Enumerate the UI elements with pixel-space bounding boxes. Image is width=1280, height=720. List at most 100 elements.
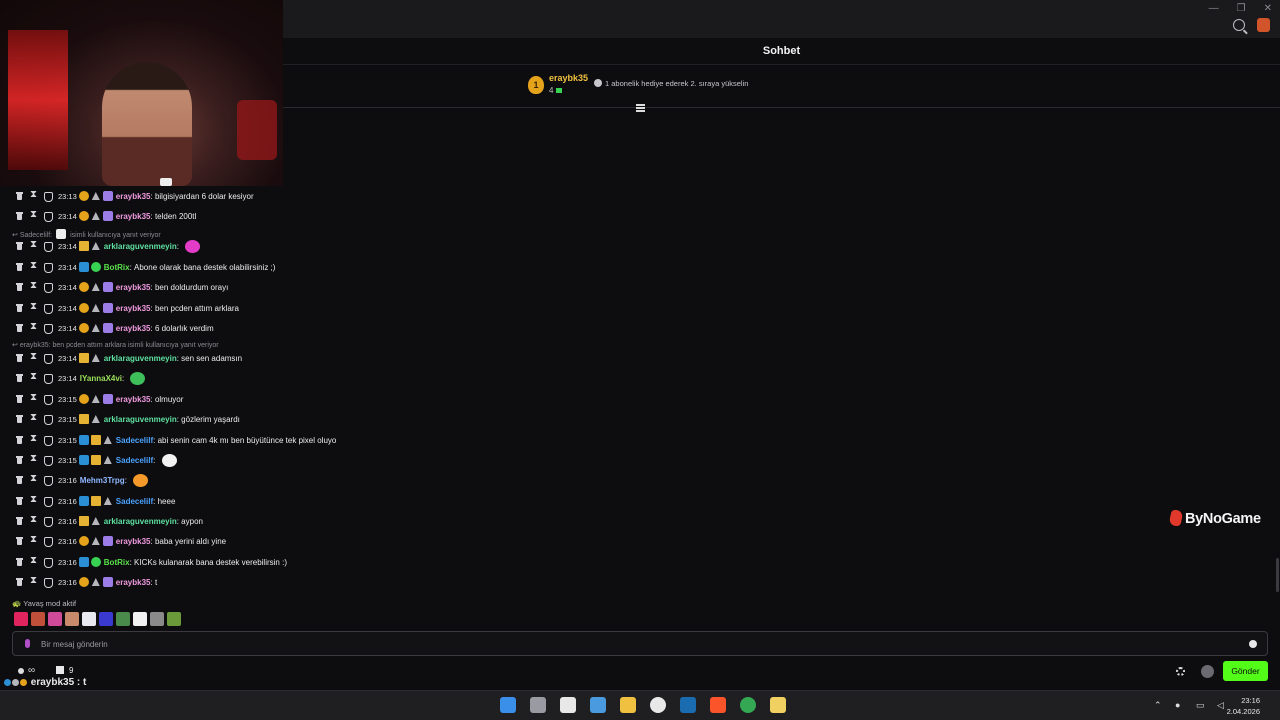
delete-icon[interactable] [16,578,24,586]
message-username[interactable]: arklaraguvenmeyin [104,354,177,363]
emote-button[interactable] [167,612,181,626]
taskbar-chrome-icon[interactable] [740,697,756,713]
taskbar-media-icon[interactable] [770,697,786,713]
message-username[interactable]: eraybk35 [116,537,151,546]
message-username[interactable]: BotRix [104,558,130,567]
delete-icon[interactable] [16,415,24,423]
taskbar-windows-icon[interactable] [500,697,516,713]
emote-button[interactable] [99,612,113,626]
ban-icon[interactable] [44,354,53,364]
message-username[interactable]: eraybk35 [116,304,151,313]
timeout-icon[interactable] [30,433,38,444]
tray-overflow-icon[interactable]: ⌃ [1154,700,1165,711]
ban-icon[interactable] [44,304,53,314]
timeout-icon[interactable] [30,371,38,382]
ban-icon[interactable] [44,517,53,527]
scroll-to-bottom-icon[interactable] [636,104,645,112]
close-button[interactable]: ✕ [1264,3,1272,14]
settings-icon[interactable] [1176,667,1185,676]
timeout-icon[interactable] [30,351,38,362]
delete-icon[interactable] [16,304,24,312]
minimize-button[interactable]: — [1209,3,1219,14]
timeout-icon[interactable] [30,514,38,525]
pinned-username[interactable]: eraybk35 [549,73,588,83]
delete-icon[interactable] [16,242,24,250]
timeout-icon[interactable] [30,189,38,200]
mic-tray-icon[interactable]: ● [1175,700,1186,711]
emote-button[interactable] [133,612,147,626]
emote-button[interactable] [65,612,79,626]
ban-icon[interactable] [44,476,53,486]
message-username[interactable]: eraybk35 [116,192,151,201]
emote-button[interactable] [116,612,130,626]
message-username[interactable]: Sadecelilf [116,456,153,465]
ban-icon[interactable] [44,212,53,222]
delete-icon[interactable] [16,263,24,271]
timeout-icon[interactable] [30,412,38,423]
send-button[interactable]: Gönder [1223,661,1268,681]
delete-icon[interactable] [16,436,24,444]
taskbar-steam-icon[interactable] [680,697,696,713]
timeout-icon[interactable] [30,534,38,545]
taskbar-task-view-icon[interactable] [530,697,546,713]
ban-icon[interactable] [44,537,53,547]
timeout-icon[interactable] [30,260,38,271]
clock[interactable]: 23:16 2.04.2026 [1227,695,1260,717]
display-icon[interactable]: ▭ [1196,700,1207,711]
emote-button[interactable] [82,612,96,626]
ban-icon[interactable] [44,497,53,507]
delete-icon[interactable] [16,324,24,332]
message-username[interactable]: eraybk35 [116,212,151,221]
emote-button[interactable] [14,612,28,626]
taskbar-brave-icon[interactable] [710,697,726,713]
delete-icon[interactable] [16,212,24,220]
timeout-icon[interactable] [30,280,38,291]
scrollbar[interactable] [1276,558,1279,592]
message-username[interactable]: eraybk35 [116,395,151,404]
delete-icon[interactable] [16,283,24,291]
taskbar-photos-icon[interactable] [590,697,606,713]
message-username[interactable]: eraybk35 [116,283,151,292]
taskbar-files-icon[interactable] [620,697,636,713]
zoom-icon[interactable] [1233,19,1245,31]
emoji-icon[interactable] [1249,640,1257,648]
message-username[interactable]: Sadecelilf [116,436,153,445]
taskbar-app-icon[interactable] [560,697,576,713]
delete-icon[interactable] [16,354,24,362]
timeout-icon[interactable] [30,392,38,403]
taskbar-obs-icon[interactable] [650,697,666,713]
ban-icon[interactable] [44,456,53,466]
timeout-icon[interactable] [30,301,38,312]
ban-icon[interactable] [44,558,53,568]
delete-icon[interactable] [16,558,24,566]
ban-icon[interactable] [44,283,53,293]
message-username[interactable]: arklaraguvenmeyin [104,242,177,251]
emote-button[interactable] [150,612,164,626]
ban-icon[interactable] [44,263,53,273]
message-username[interactable]: BotRix [104,263,130,272]
timeout-icon[interactable] [30,494,38,505]
timeout-icon[interactable] [30,555,38,566]
emote-button[interactable] [48,612,62,626]
delete-icon[interactable] [16,537,24,545]
message-username[interactable]: eraybk35 [116,578,151,587]
delete-icon[interactable] [16,192,24,200]
delete-icon[interactable] [16,374,24,382]
ban-icon[interactable] [44,395,53,405]
ban-icon[interactable] [44,242,53,252]
ban-icon[interactable] [44,374,53,384]
delete-icon[interactable] [16,456,24,464]
emote-button[interactable] [31,612,45,626]
delete-icon[interactable] [16,517,24,525]
message-username[interactable]: IYannaX4vi [80,374,122,383]
message-username[interactable]: eraybk35 [116,324,151,333]
maximize-button[interactable]: ❐ [1237,3,1246,14]
ban-icon[interactable] [44,324,53,334]
delete-icon[interactable] [16,497,24,505]
delete-icon[interactable] [16,476,24,484]
brave-shield-icon[interactable] [1257,18,1270,32]
timeout-icon[interactable] [30,453,38,464]
timeout-icon[interactable] [30,473,38,484]
timeout-icon[interactable] [30,321,38,332]
ban-icon[interactable] [44,578,53,588]
